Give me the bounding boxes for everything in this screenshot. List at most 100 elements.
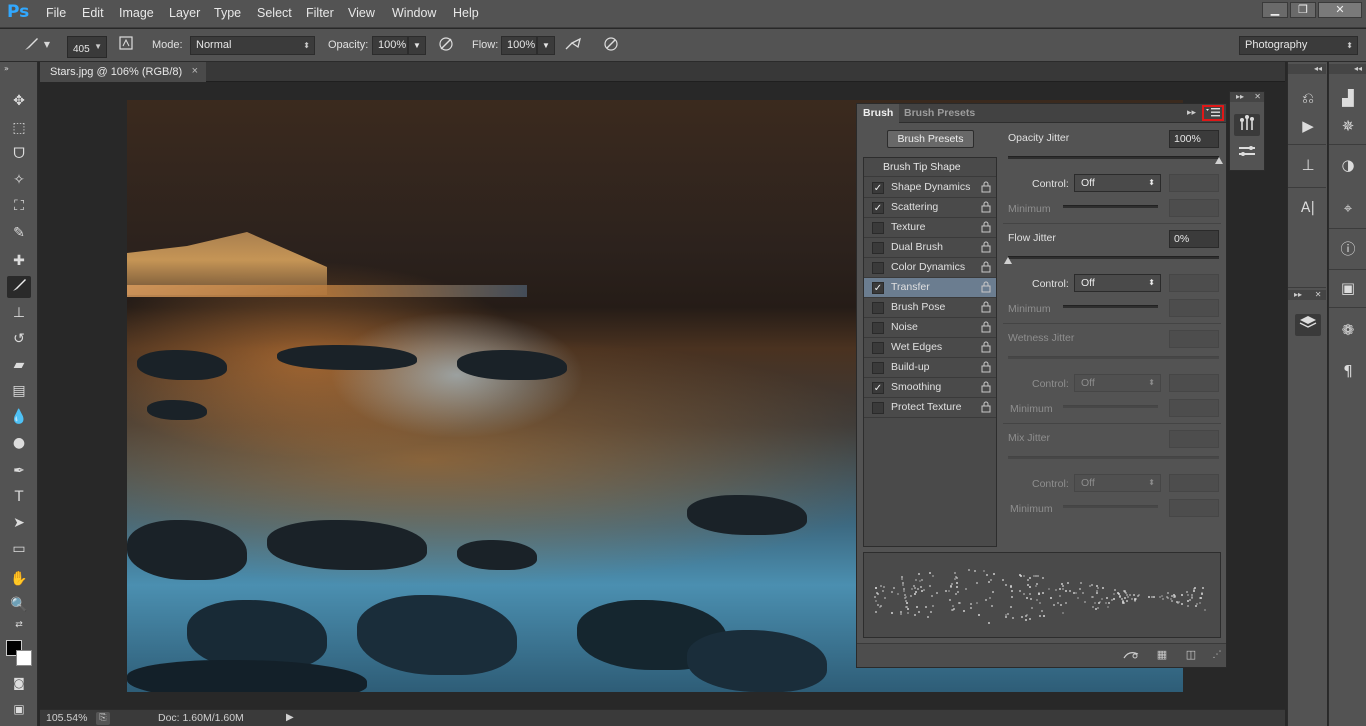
tab-brush[interactable]: Brush xyxy=(857,104,900,123)
brush-option-scattering[interactable]: ✓ Scattering xyxy=(864,198,996,218)
checkbox[interactable] xyxy=(872,242,884,254)
menu-image[interactable]: Image xyxy=(119,6,154,20)
menu-filter[interactable]: Filter xyxy=(306,6,334,20)
close-window-button[interactable]: ✕ xyxy=(1318,2,1362,18)
navigator-icon[interactable]: ✵ xyxy=(1335,115,1361,137)
gradient-tool-icon[interactable]: ▤ xyxy=(7,380,31,402)
path-selection-tool-icon[interactable]: ➤ xyxy=(7,512,31,534)
info-icon[interactable]: ⓘ xyxy=(1335,238,1361,260)
brush-option-shape-dynamics[interactable]: ✓ Shape Dynamics xyxy=(864,178,996,198)
menu-help[interactable]: Help xyxy=(453,6,479,20)
brush-panel-icon[interactable] xyxy=(1234,114,1260,136)
actions-play-icon[interactable]: ▶ xyxy=(1295,115,1321,137)
flow-jitter-input[interactable]: 0% xyxy=(1169,230,1219,248)
panel-menu-button[interactable] xyxy=(1202,105,1224,121)
new-brush-icon[interactable]: ◫ xyxy=(1183,648,1199,662)
lock-icon[interactable] xyxy=(980,401,991,414)
document-tab[interactable]: Stars.jpg @ 106% (RGB/8) × xyxy=(40,62,206,82)
brush-option-transfer[interactable]: ✓ Transfer xyxy=(864,278,996,298)
background-color-swatch[interactable] xyxy=(16,650,32,666)
opacity-jitter-slider[interactable] xyxy=(1008,156,1219,159)
channels-icon[interactable]: ❁ xyxy=(1335,319,1361,341)
menu-layer[interactable]: Layer xyxy=(169,6,200,20)
lock-icon[interactable] xyxy=(980,241,991,254)
menu-window[interactable]: Window xyxy=(392,6,436,20)
paragraph-icon[interactable]: ¶ xyxy=(1335,360,1361,382)
type-tool-icon[interactable]: T xyxy=(7,486,31,508)
clone-stamp-tool-icon[interactable]: ⊥ xyxy=(7,302,31,324)
flow-dropdown[interactable]: ▼ xyxy=(537,36,555,55)
menu-select[interactable]: Select xyxy=(257,6,292,20)
toggle-live-tip-icon[interactable] xyxy=(1123,648,1139,662)
zoom-tool-icon[interactable]: 🔍 xyxy=(7,594,31,616)
brush-tip-shape-item[interactable]: Brush Tip Shape xyxy=(864,158,996,177)
lock-icon[interactable] xyxy=(980,321,991,334)
tab-brush-presets[interactable]: Brush Presets xyxy=(898,104,981,123)
clone-source-icon[interactable] xyxy=(1234,143,1260,165)
close-icon[interactable]: × xyxy=(192,65,198,77)
checkbox[interactable]: ✓ xyxy=(872,182,884,194)
opacity-dropdown[interactable]: ▼ xyxy=(408,36,426,55)
checkbox[interactable]: ✓ xyxy=(872,202,884,214)
history-brush-tool-icon[interactable]: ↺ xyxy=(7,328,31,350)
swap-colors-icon[interactable]: ⇄ xyxy=(7,618,31,632)
color-icon[interactable]: ◑ xyxy=(1335,154,1361,176)
brush-option-build-up[interactable]: Build-up xyxy=(864,358,996,378)
workspace-select[interactable]: Photography ⬍ xyxy=(1239,36,1358,55)
rectangle-tool-icon[interactable]: ▭ xyxy=(7,538,31,560)
lock-icon[interactable] xyxy=(980,201,991,214)
screen-mode-icon[interactable]: ▣ xyxy=(7,698,31,720)
brush-presets-button[interactable]: Brush Presets xyxy=(887,130,974,148)
checkbox[interactable] xyxy=(872,302,884,314)
flow-minimum-slider[interactable] xyxy=(1063,305,1158,308)
menu-type[interactable]: Type xyxy=(214,6,241,20)
expand-arrows-icon[interactable]: » xyxy=(4,64,28,74)
brush-option-wet-edges[interactable]: Wet Edges xyxy=(864,338,996,358)
chevron-down-icon[interactable]: ▼ xyxy=(42,35,52,55)
lock-icon[interactable] xyxy=(980,181,991,194)
histogram-icon[interactable]: ▟ xyxy=(1335,87,1361,109)
move-tool-icon[interactable]: ✥ xyxy=(7,90,31,112)
opacity-jitter-input[interactable]: 100% xyxy=(1169,130,1219,148)
tool-presets-icon[interactable]: ⊥ xyxy=(1295,154,1321,176)
checkbox[interactable]: ✓ xyxy=(872,282,884,294)
flow-jitter-slider[interactable] xyxy=(1008,256,1219,259)
resize-grip-icon[interactable]: ⋰ xyxy=(1209,648,1225,662)
eraser-tool-icon[interactable]: ▰ xyxy=(7,354,31,376)
brush-option-dual-brush[interactable]: Dual Brush xyxy=(864,238,996,258)
slider-thumb[interactable] xyxy=(1215,157,1223,164)
dock-collapse-icon[interactable]: ◂◂ xyxy=(1288,64,1326,74)
brush-option-color-dynamics[interactable]: Color Dynamics xyxy=(864,258,996,278)
quick-mask-icon[interactable]: ◙ xyxy=(7,672,31,694)
slider-thumb[interactable] xyxy=(1004,257,1012,264)
grid-view-icon[interactable]: ▦ xyxy=(1154,648,1170,662)
pen-tool-icon[interactable]: ✒ xyxy=(7,460,31,482)
dock-header[interactable]: ▸▸ ✕ xyxy=(1288,290,1326,300)
lock-icon[interactable] xyxy=(980,221,991,234)
layers-icon[interactable] xyxy=(1295,314,1321,336)
opacity-minimum-slider[interactable] xyxy=(1063,205,1158,208)
lock-icon[interactable] xyxy=(980,281,991,294)
menu-edit[interactable]: Edit xyxy=(82,6,104,20)
menu-file[interactable]: File xyxy=(46,6,66,20)
minimize-button[interactable]: ▁ xyxy=(1262,2,1288,18)
lock-icon[interactable] xyxy=(980,361,991,374)
crop-tool-icon[interactable]: ⛶ xyxy=(7,195,31,217)
lock-icon[interactable] xyxy=(980,261,991,274)
opacity-control-select[interactable]: Off ⬍ xyxy=(1074,174,1161,192)
history-icon[interactable]: ⎌ xyxy=(1295,87,1321,109)
lasso-tool-icon[interactable]: ᗜ xyxy=(7,143,31,165)
checkbox[interactable] xyxy=(872,322,884,334)
flow-control-select[interactable]: Off ⬍ xyxy=(1074,274,1161,292)
flow-input[interactable]: 100% xyxy=(501,36,537,55)
collapse-arrows-icon[interactable]: ▸▸ xyxy=(1187,105,1196,122)
brush-size-picker[interactable]: 405 ▼ xyxy=(67,36,107,58)
status-menu-arrow-icon[interactable]: ▶ xyxy=(286,712,294,723)
paths-icon[interactable]: ⌖ xyxy=(1335,197,1361,219)
eyedropper-tool-icon[interactable]: ✎ xyxy=(7,222,31,244)
brush-option-protect-texture[interactable]: Protect Texture xyxy=(864,398,996,418)
dock-collapse-icon[interactable]: ◂◂ xyxy=(1329,64,1366,74)
marquee-tool-icon[interactable]: ⬚ xyxy=(7,117,31,139)
blur-tool-icon[interactable]: 💧 xyxy=(7,406,31,428)
adjustments-icon[interactable]: ▣ xyxy=(1335,277,1361,299)
